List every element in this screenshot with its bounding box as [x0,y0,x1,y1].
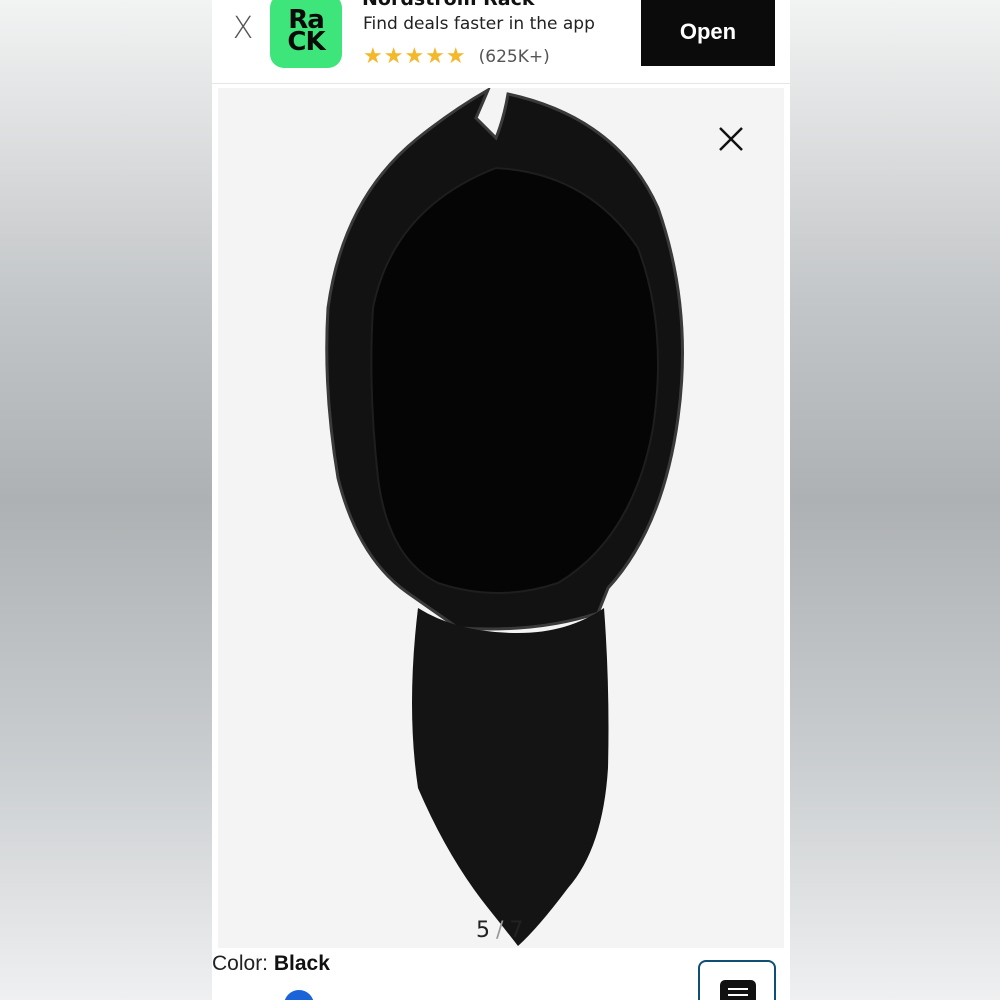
background-blur-left [0,0,212,1000]
background-blur-right [788,0,1000,1000]
boot-opening [370,166,659,594]
boot-toe [412,608,609,946]
image-total: 7 [509,918,524,943]
viewer-close-icon[interactable] [714,122,748,156]
banner-close-icon[interactable]: X [228,12,258,46]
product-image [325,88,684,946]
color-selection: Color: Black [212,952,330,976]
app-name: Nordstrom Rack [362,0,535,10]
menu-button[interactable] [698,960,776,1000]
phone-screen: X Ra CK Nordstrom Rack Find deals faster… [212,0,790,1000]
product-image-viewer[interactable]: 5/7 [218,88,784,948]
app-tagline: Find deals faster in the app [363,14,595,34]
color-swatch[interactable] [284,990,314,1000]
app-rating: ★★★★★ (625K+) [363,44,550,69]
logo-text-line2: CK [287,27,325,57]
image-counter: 5/7 [476,918,523,943]
image-current: 5 [476,918,490,943]
rating-count: (625K+) [478,46,550,67]
color-value: Black [273,952,330,975]
image-separator: / [496,918,504,943]
star-rating-icon: ★★★★★ [363,44,467,69]
open-app-button[interactable]: Open [641,0,775,66]
app-logo: Ra CK [270,0,342,68]
app-install-banner: X Ra CK Nordstrom Rack Find deals faster… [212,0,790,84]
color-label: Color: [212,952,269,975]
list-icon [720,980,756,1000]
